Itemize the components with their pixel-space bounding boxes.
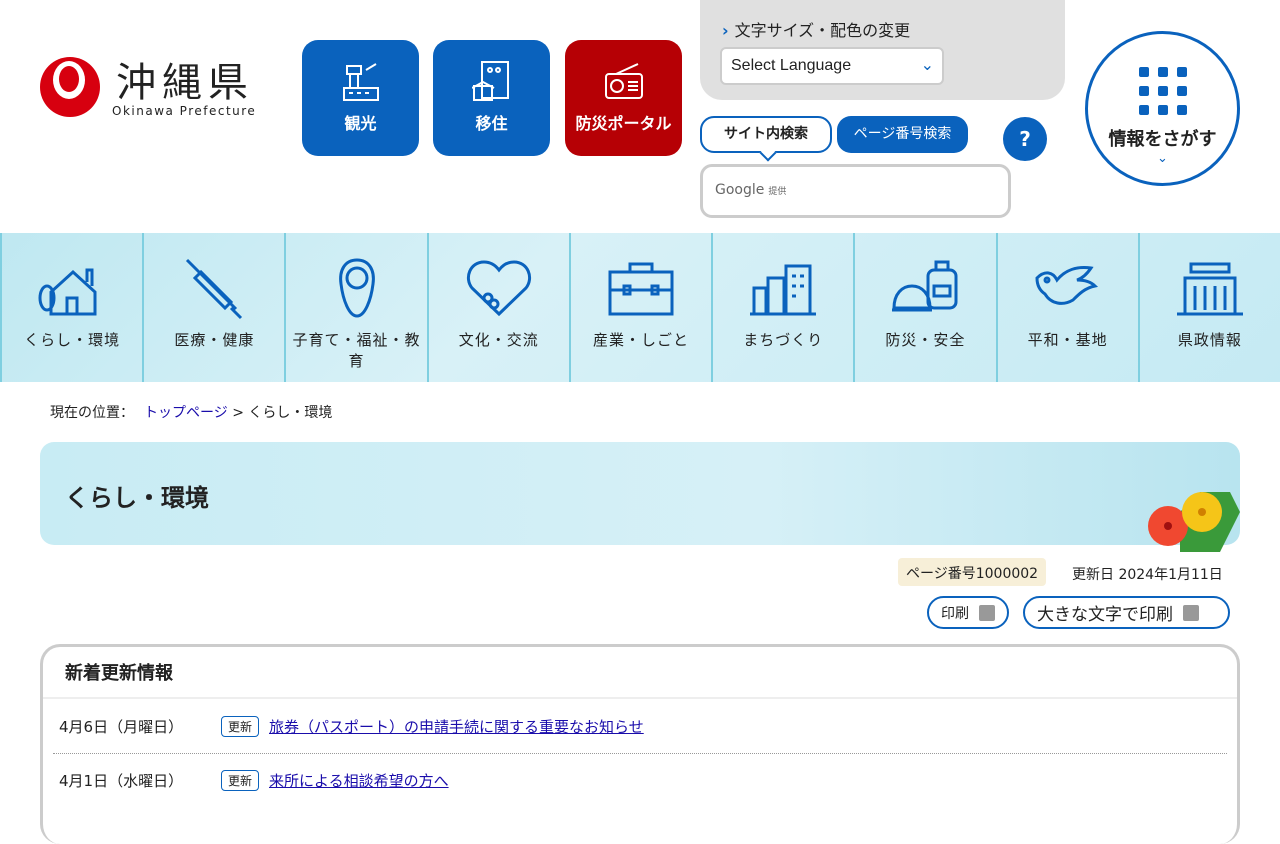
news-link[interactable]: 旅券（パスポート）の申請手続に関する重要なお知らせ	[269, 716, 644, 737]
page-header: くらし・環境	[40, 442, 1240, 552]
government-building-icon	[1176, 262, 1243, 316]
google-provided: 提供	[768, 187, 787, 197]
nav-label: 産業・しごと	[592, 331, 689, 349]
print-large-label: 大きな文字で印刷	[1037, 605, 1173, 625]
nav-label: 子育て・福祉・教育	[292, 331, 421, 370]
migration-label: 移住	[475, 114, 508, 133]
printer-icon	[1183, 604, 1199, 621]
nav-industry[interactable]: 産業・しごと	[568, 233, 711, 382]
print-button[interactable]: 印刷	[927, 596, 1009, 629]
nav-label: 県政情報	[1177, 331, 1242, 349]
search-input[interactable]: Google 提供	[700, 164, 1011, 218]
news-link[interactable]: 来所による相談希望の方へ	[269, 770, 449, 791]
migration-button[interactable]: 移住	[433, 40, 550, 156]
nav-label: 防災・安全	[885, 331, 966, 349]
page-number-badge: ページ番号1000002	[898, 558, 1047, 586]
nav-medical[interactable]: 医療・健康	[142, 233, 284, 382]
print-large-button[interactable]: 大きな文字で印刷	[1023, 596, 1230, 629]
buildings-icon	[750, 264, 817, 316]
updated-date: 更新日 2024年1月11日	[1072, 567, 1223, 583]
settings-panel: › 文字サイズ・配色の変更 Select Language ⌄	[700, 0, 1065, 100]
hibiscus-icon	[1148, 492, 1240, 552]
handshake-heart-icon	[466, 260, 531, 317]
grid-icon	[1088, 67, 1237, 115]
breadcrumb-current: くらし・環境	[248, 405, 333, 421]
chevron-down-icon: ⌄	[920, 57, 934, 74]
nav-childcare[interactable]: 子育て・福祉・教育	[284, 233, 426, 382]
breadcrumb-separator: >	[232, 405, 244, 421]
baby-icon	[338, 258, 375, 318]
nav-label: まちづくり	[743, 331, 824, 349]
news-date: 4月1日（水曜日）	[59, 772, 184, 790]
breadcrumb-home-link[interactable]: トップページ	[144, 405, 228, 421]
dove-icon	[1035, 266, 1098, 305]
news-date: 4月6日（月曜日）	[59, 717, 184, 736]
nav-label: くらし・環境	[24, 331, 121, 349]
nav-safety[interactable]: 防災・安全	[853, 233, 995, 382]
nav-government[interactable]: 県政情報	[1137, 233, 1280, 382]
chevron-right-icon: ›	[722, 21, 729, 40]
chevron-down-icon: ⌄	[1157, 151, 1168, 166]
google-label: Google	[715, 182, 765, 198]
tab-site-search[interactable]: サイト内検索	[700, 116, 832, 153]
disaster-portal-button[interactable]: 防災ポータル	[565, 40, 682, 156]
building-icon	[471, 61, 509, 101]
nav-town[interactable]: まちづくり	[711, 233, 853, 382]
tourism-button[interactable]: 観光	[302, 40, 419, 156]
syringe-icon	[186, 258, 243, 320]
disaster-portal-label: 防災ポータル	[575, 114, 672, 133]
tab-page-number-search[interactable]: ページ番号検索	[837, 116, 968, 153]
logo-subtitle: Okinawa Prefecture	[112, 104, 257, 118]
help-button[interactable]: ?	[1003, 117, 1047, 161]
news-item: 4月6日（月曜日） 更新 旅券（パスポート）の申請手続に関する重要なお知らせ	[53, 699, 1227, 753]
news-title: 新着更新情報	[43, 647, 1237, 699]
language-select[interactable]: Select Language ⌄	[720, 47, 944, 85]
nav-label: 文化・交流	[458, 331, 539, 349]
helmet-bag-icon	[892, 260, 958, 312]
breadcrumb-label: 現在の位置：	[50, 405, 134, 421]
logo-text[interactable]: 沖縄県	[116, 50, 254, 108]
nav-peace[interactable]: 平和・基地	[995, 233, 1138, 382]
nav-label: 医療・健康	[174, 331, 255, 349]
update-badge: 更新	[221, 770, 260, 791]
tourism-label: 観光	[344, 114, 377, 133]
breadcrumb: 現在の位置： トップページ > くらし・環境	[50, 402, 332, 422]
news-item: 4月1日（水曜日） 更新 来所による相談希望の方へ	[53, 753, 1227, 807]
nav-label: 平和・基地	[1027, 331, 1108, 349]
house-icon	[38, 268, 97, 316]
update-badge: 更新	[221, 715, 260, 737]
main-nav: くらし・環境 医療・健康 子育て・福祉・教育 文化・交流 産業・しごと まちづく…	[0, 233, 1280, 382]
printer-icon	[979, 604, 995, 621]
nav-living[interactable]: くらし・環境	[0, 233, 142, 382]
control-tower-icon	[342, 63, 379, 101]
print-label: 印刷	[941, 605, 969, 622]
find-info-button[interactable]: 情報をさがす ⌄	[1085, 31, 1240, 186]
radio-icon	[604, 63, 643, 99]
news-section: 新着更新情報 4月6日（月曜日） 更新 旅券（パスポート）の申請手続に関する重要なお…	[40, 644, 1240, 844]
logo-mark[interactable]	[40, 57, 100, 117]
text-settings-label: 文字サイズ・配色の変更	[734, 21, 911, 40]
page-title: くらし・環境	[65, 484, 209, 512]
nav-culture[interactable]: 文化・交流	[426, 233, 569, 382]
find-info-label: 情報をさがす	[1108, 129, 1217, 150]
language-select-value: Select Language	[731, 57, 852, 74]
text-settings-link[interactable]: › 文字サイズ・配色の変更	[722, 17, 910, 41]
briefcase-icon	[608, 262, 674, 316]
